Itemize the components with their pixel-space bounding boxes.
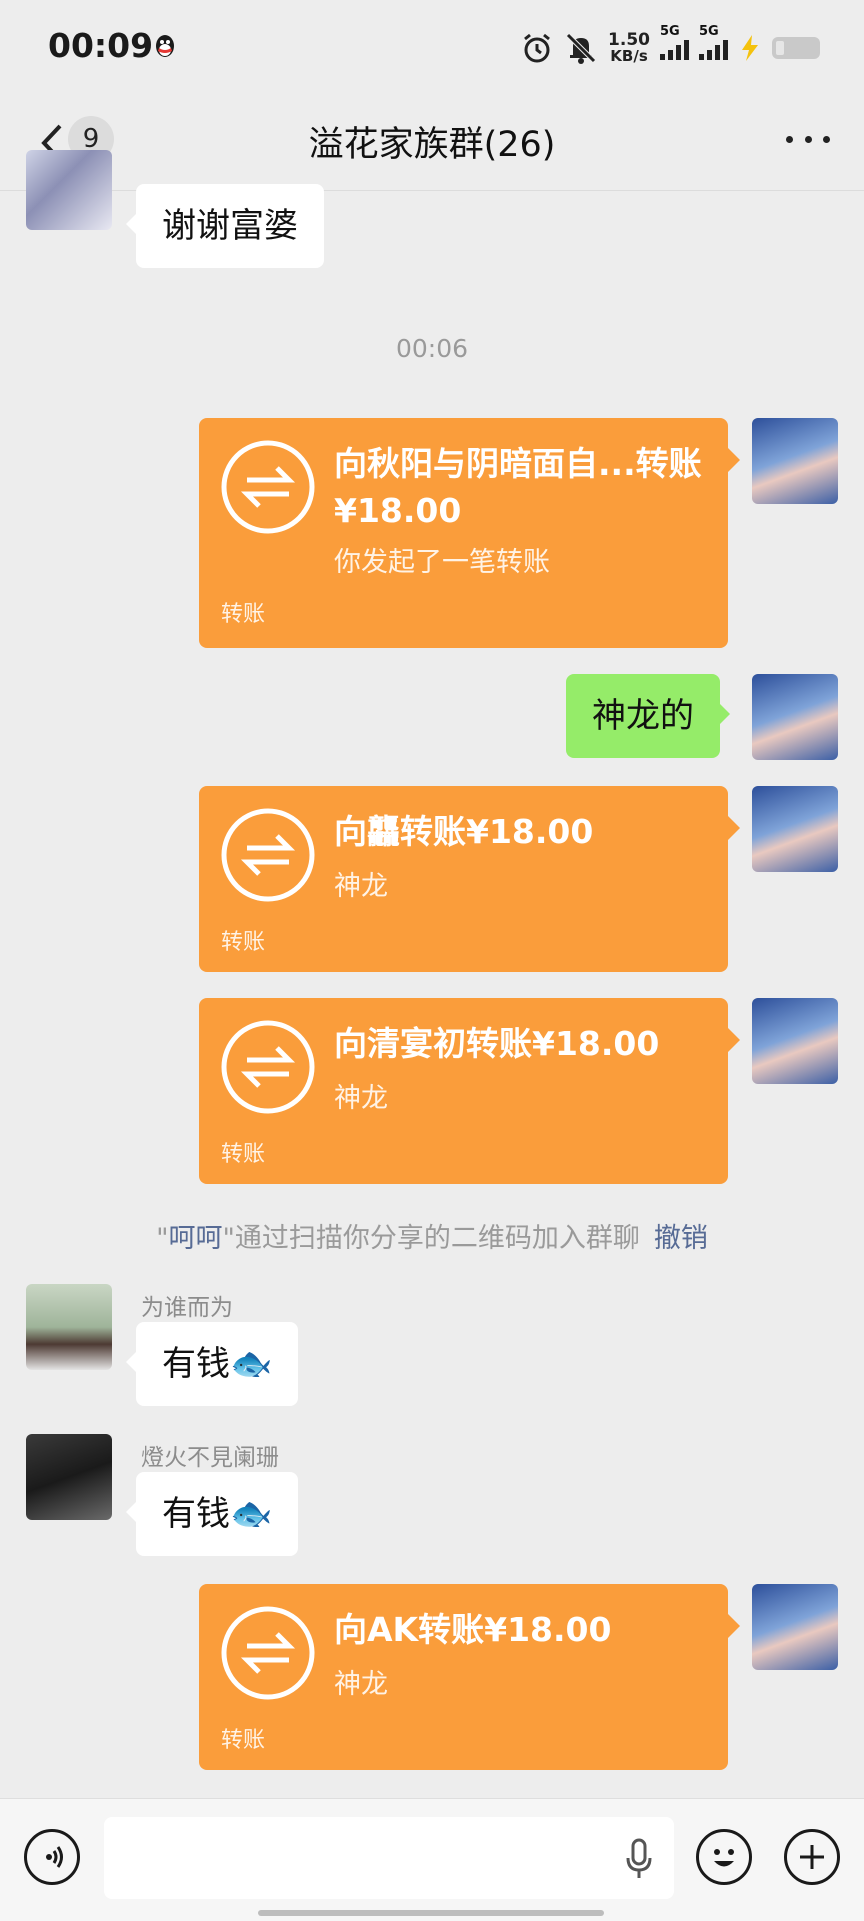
charging-icon [742, 35, 758, 61]
transfer-footer: 转账 [221, 930, 266, 955]
my-avatar[interactable] [752, 418, 838, 504]
avatar[interactable] [26, 1284, 112, 1370]
voice-icon [46, 1846, 63, 1868]
transfer-subtitle: 神龙 [334, 871, 388, 902]
message-text: 有钱🐟 [162, 1344, 273, 1384]
transfer-footer: 转账 [221, 1142, 266, 1167]
alarm-icon [524, 33, 550, 63]
battery-icon [772, 37, 820, 59]
transfer-title: 向清宴初转账¥18.00 [334, 1024, 660, 1063]
system-message: "呵呵"通过扫描你分享的二维码加入群聊 撤销 [0, 1216, 864, 1255]
message-bubble[interactable]: 有钱🐟 [125, 1322, 299, 1406]
system-quote: " [156, 1223, 169, 1254]
transfer-card[interactable]: 向清宴初转账¥18.00 神龙 转账 [199, 998, 740, 1184]
transfer-title: 向秋阳与阴暗面自...转账¥18.00 [334, 444, 702, 530]
sender-name: 为谁而为 [141, 1295, 233, 1321]
avatar[interactable] [26, 150, 112, 230]
system-member-name[interactable]: 呵呵 [169, 1223, 223, 1254]
transfer-card[interactable]: 向AK转账¥18.00 神龙 转账 [199, 1584, 740, 1770]
my-avatar[interactable] [752, 998, 838, 1084]
transfer-footer: 转账 [221, 1728, 266, 1753]
message-bubble[interactable]: 谢谢富婆 [126, 184, 324, 268]
message-text: 神龙的 [592, 696, 694, 736]
net-speed: 1.50 KB/s [608, 30, 650, 65]
chat-header: 9 溢花家族群(26) [0, 96, 864, 191]
my-avatar[interactable] [752, 1584, 838, 1670]
signal-icon: 5G [699, 24, 728, 60]
message-timestamp: 00:06 [395, 334, 469, 363]
transfer-icon [221, 1020, 315, 1114]
emoji-icon [714, 1849, 734, 1867]
qq-icon [156, 35, 174, 57]
message-bubble[interactable]: 神龙的 [566, 674, 730, 758]
signal-icon: 5G [660, 24, 689, 60]
input-bar [0, 1798, 864, 1921]
transfer-card[interactable]: 向秋阳与阴暗面自...转账¥18.00 你发起了一笔转账 转账 [199, 418, 740, 648]
voice-toggle-button[interactable] [24, 1829, 80, 1885]
mute-icon [566, 33, 596, 64]
transfer-icon [221, 1606, 315, 1700]
message-text: 有钱🐟 [162, 1494, 273, 1534]
plus-icon [800, 1845, 824, 1869]
status-time: 00:09 [48, 26, 154, 65]
transfer-card[interactable]: 向龘转账¥18.00 神龙 转账 [199, 786, 740, 972]
transfer-title: 向AK转账¥18.00 [334, 1610, 612, 1649]
plus-button[interactable] [784, 1829, 840, 1885]
message-bubble[interactable]: 有钱🐟 [125, 1472, 299, 1556]
chat-title: 溢花家族群(26) [308, 125, 556, 165]
transfer-title: 向龘转账¥18.00 [334, 812, 594, 851]
transfer-subtitle: 神龙 [334, 1083, 388, 1114]
avatar[interactable] [26, 1434, 112, 1520]
message-text: 谢谢富婆 [162, 206, 298, 246]
message-input[interactable] [104, 1817, 674, 1899]
sender-name: 燈火不見阑珊 [141, 1445, 279, 1471]
my-avatar[interactable] [752, 786, 838, 872]
transfer-icon [221, 440, 315, 534]
more-icon[interactable] [786, 124, 830, 154]
revoke-link[interactable]: 撤销 [654, 1223, 708, 1254]
system-text: "通过扫描你分享的二维码加入群聊 [222, 1223, 640, 1254]
transfer-subtitle: 神龙 [334, 1669, 388, 1700]
transfer-icon [221, 808, 315, 902]
mic-icon[interactable] [624, 1837, 654, 1881]
transfer-subtitle: 你发起了一笔转账 [334, 547, 550, 578]
my-avatar[interactable] [752, 674, 838, 760]
transfer-footer: 转账 [221, 602, 266, 627]
emoji-button[interactable] [696, 1829, 752, 1885]
home-indicator[interactable] [258, 1910, 604, 1916]
status-bar: 00:09 1.50 KB/s 5G 5G [0, 0, 864, 96]
